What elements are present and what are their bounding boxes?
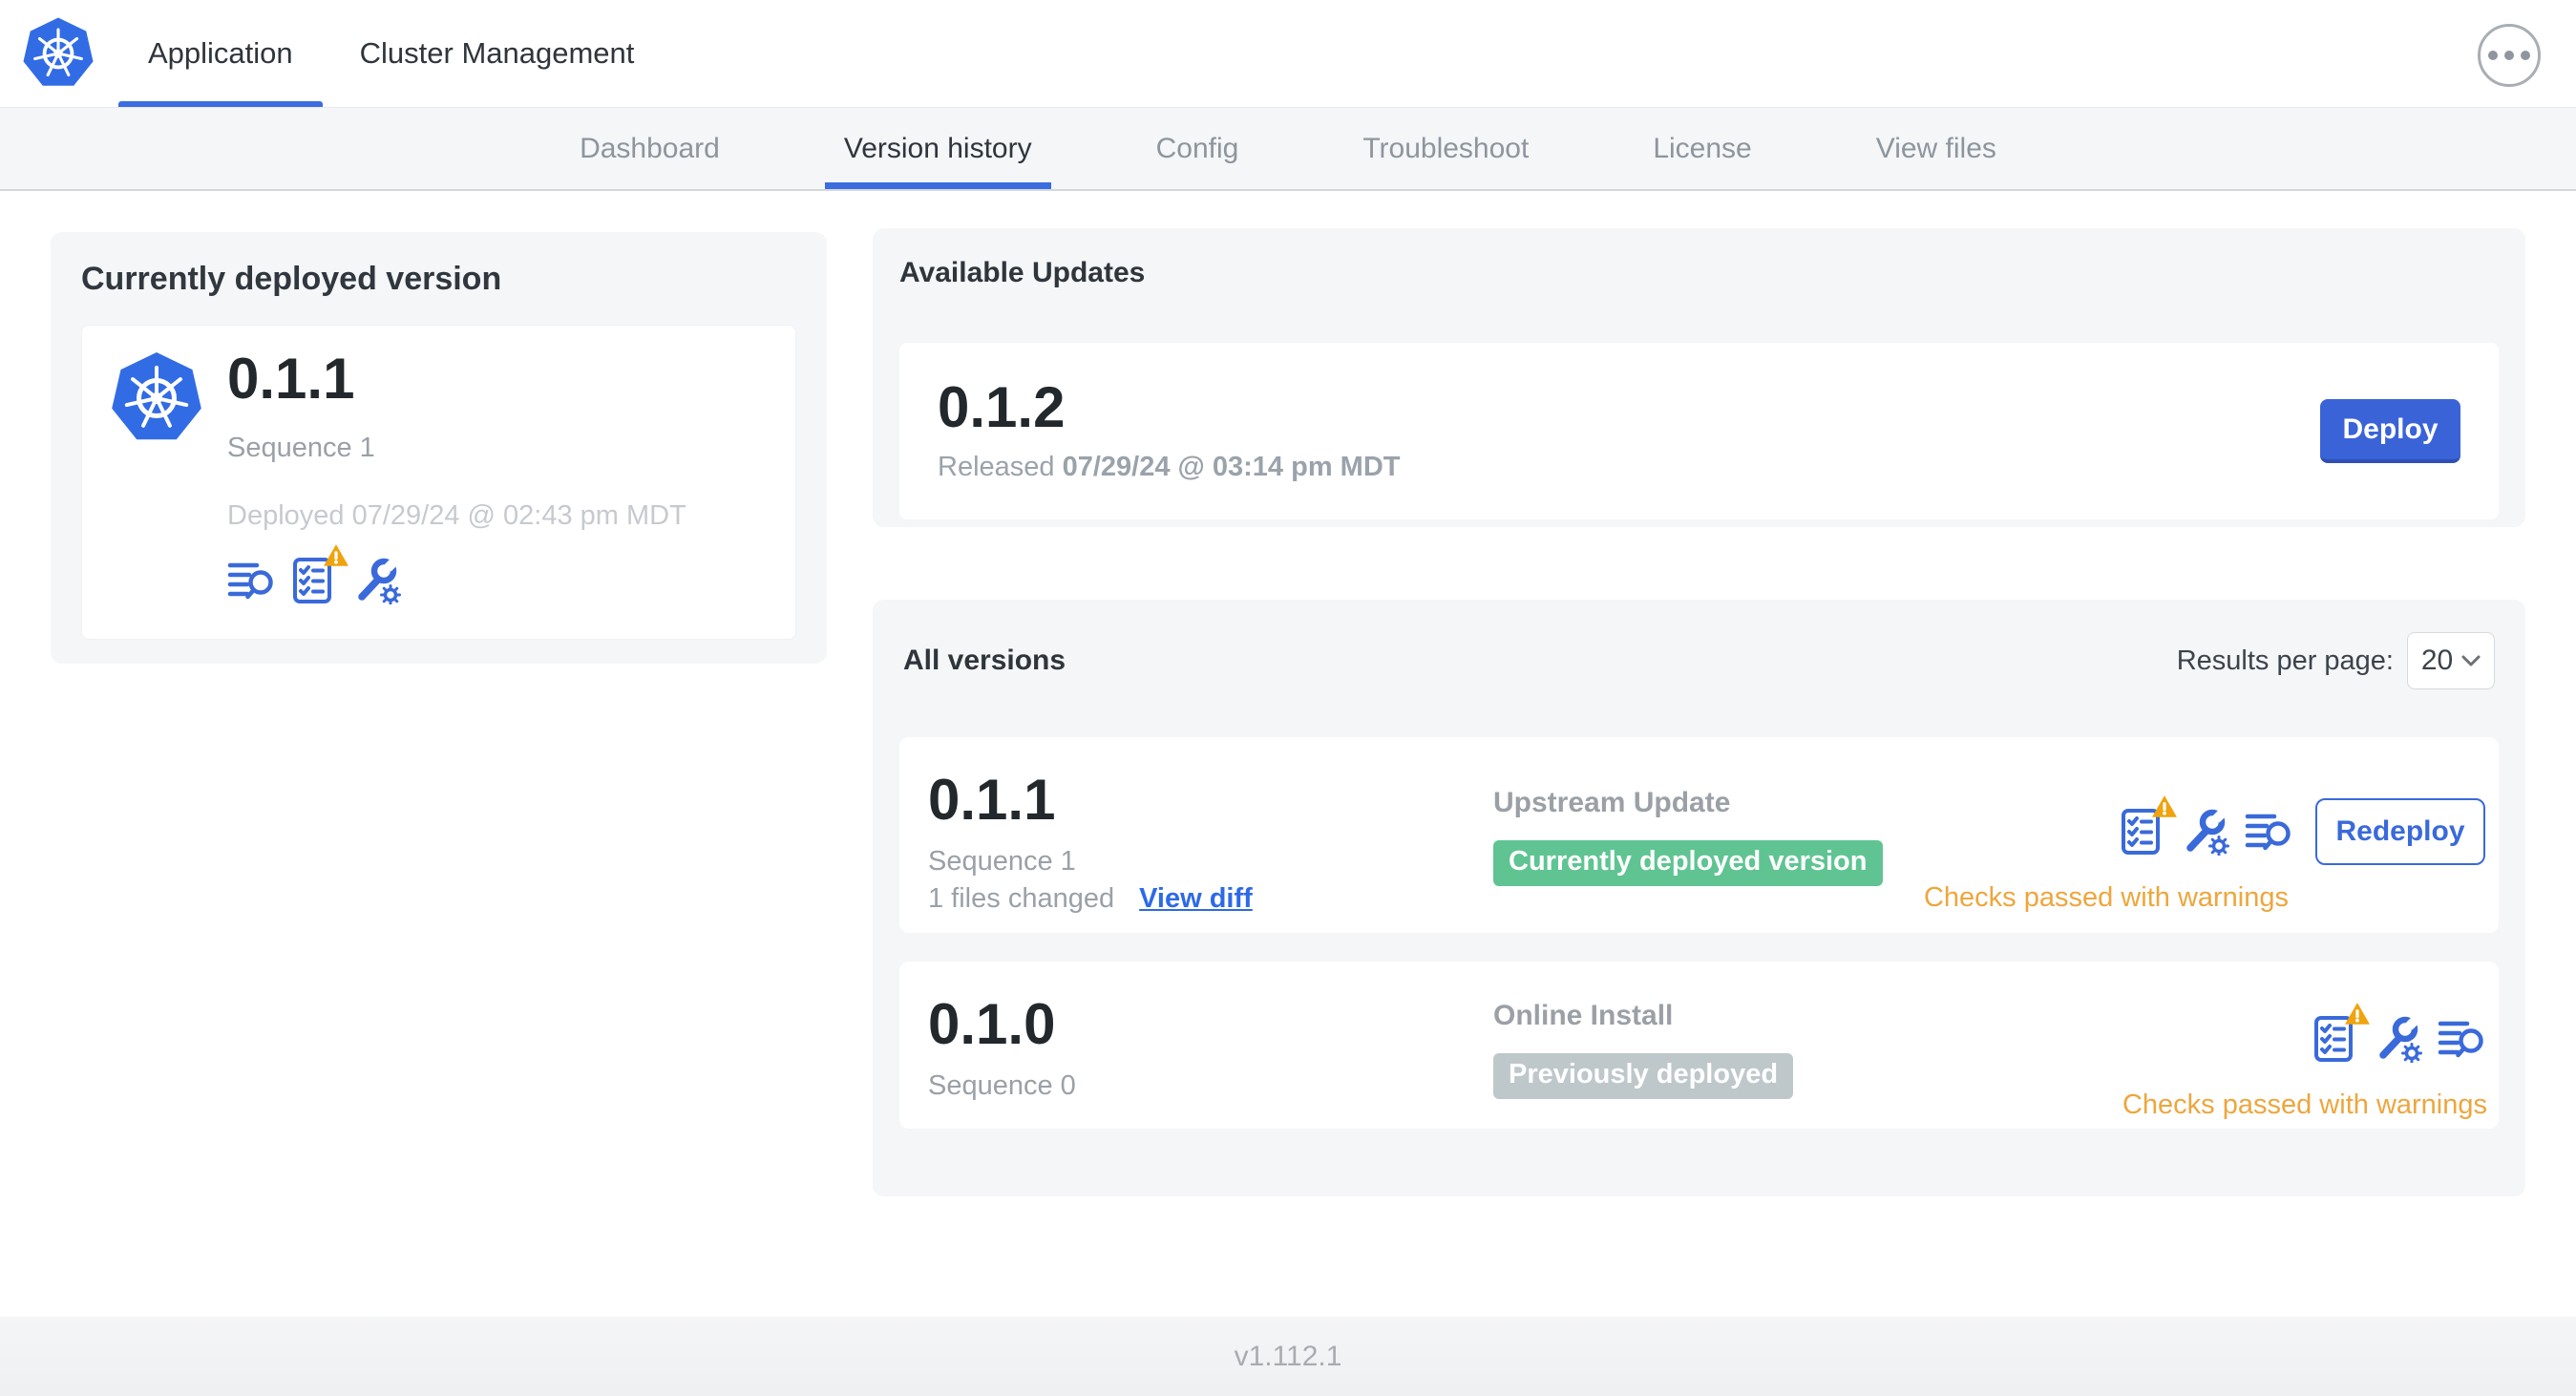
checks-status-text[interactable]: Checks passed with warnings — [1924, 882, 2289, 914]
currently-deployed-card: Currently deployed version 0.1.1 Sequenc… — [51, 232, 827, 664]
tab-application-label: Application — [148, 36, 293, 70]
tab-dashboard[interactable]: Dashboard — [560, 108, 739, 189]
update-version-number: 0.1.2 — [938, 375, 1066, 439]
deployment-status-badge: Previously deployed — [1493, 1053, 1794, 1099]
app-tabs: Application Cluster Management — [118, 0, 664, 107]
logs-icon[interactable] — [2438, 1015, 2485, 1063]
row-sequence: Sequence 0 — [928, 1070, 1076, 1101]
ellipsis-icon — [2488, 51, 2498, 60]
available-update-row: 0.1.2 Released 07/29/24 @ 03:14 pm MDT D… — [899, 343, 2499, 519]
overflow-menu-button[interactable] — [2478, 24, 2541, 87]
row-version-number: 0.1.0 — [928, 992, 1056, 1056]
tab-view-files[interactable]: View files — [1857, 108, 2016, 189]
row-sequence: Sequence 1 — [928, 846, 1076, 877]
row-version-number: 0.1.1 — [928, 768, 1056, 832]
all-versions-title: All versions — [903, 645, 1066, 676]
deploy-button[interactable]: Deploy — [2320, 399, 2460, 463]
chevron-down-icon — [2461, 655, 2481, 667]
version-row: 0.1.0 Sequence 0 Online Install Previous… — [899, 962, 2499, 1129]
tab-version-history[interactable]: Version history — [824, 108, 1051, 189]
preflight-checks-warning-icon[interactable] — [2312, 1015, 2359, 1063]
tab-config[interactable]: Config — [1137, 108, 1258, 189]
all-versions-card: All versions Results per page: 20 0.1.1 … — [873, 600, 2525, 1196]
config-icon[interactable] — [2375, 1015, 2422, 1063]
app-sub-nav: Dashboard Version history Config Trouble… — [0, 107, 2576, 191]
tab-license[interactable]: License — [1634, 108, 1770, 189]
admin-console-page: Application Cluster Management Dashboard… — [0, 0, 2576, 1396]
footer: v1.112.1 — [0, 1317, 2576, 1396]
checks-status-text[interactable]: Checks passed with warnings — [2122, 1089, 2487, 1121]
warning-triangle-icon — [323, 543, 349, 568]
version-source-label: Online Install — [1493, 1000, 1674, 1031]
update-released-timestamp: Released 07/29/24 @ 03:14 pm MDT — [938, 452, 1401, 482]
top-nav: Application Cluster Management — [0, 0, 2576, 107]
warning-triangle-icon — [2151, 794, 2178, 819]
results-per-page-select[interactable]: 20 — [2407, 632, 2495, 689]
tab-cluster-management[interactable]: Cluster Management — [330, 0, 665, 107]
version-row: 0.1.1 Sequence 1 1 files changed View dif… — [899, 737, 2499, 933]
tab-cluster-management-label: Cluster Management — [359, 36, 635, 70]
kubernetes-logo-icon — [21, 16, 95, 91]
available-updates-card: Available Updates 0.1.2 Released 07/29/2… — [873, 228, 2525, 527]
currently-deployed-version-panel: 0.1.1 Sequence 1 Deployed 07/29/24 @ 02:… — [81, 325, 796, 640]
logs-icon[interactable] — [227, 557, 275, 604]
currently-deployed-title: Currently deployed version — [81, 261, 502, 297]
config-icon[interactable] — [2182, 808, 2229, 856]
redeploy-button[interactable]: Redeploy — [2315, 798, 2485, 865]
current-version-number: 0.1.1 — [227, 347, 355, 411]
preflight-checks-warning-icon[interactable] — [2119, 808, 2166, 856]
version-source-label: Upstream Update — [1493, 787, 1731, 818]
preflight-checks-warning-icon[interactable] — [290, 557, 338, 604]
files-changed-label: 1 files changed — [928, 883, 1115, 914]
current-version-sequence: Sequence 1 — [227, 433, 375, 463]
current-version-deployed-timestamp: Deployed 07/29/24 @ 02:43 pm MDT — [227, 500, 686, 531]
available-updates-title: Available Updates — [899, 257, 1146, 288]
kubernetes-app-icon — [109, 350, 204, 446]
tab-troubleshoot[interactable]: Troubleshoot — [1343, 108, 1548, 189]
results-per-page-label: Results per page: — [2176, 645, 2394, 676]
deployment-status-badge: Currently deployed version — [1493, 840, 1883, 886]
logs-icon[interactable] — [2245, 808, 2292, 856]
tab-application[interactable]: Application — [118, 0, 323, 107]
view-diff-link[interactable]: View diff — [1139, 883, 1253, 914]
config-icon[interactable] — [353, 557, 401, 604]
console-version-label: v1.112.1 — [1234, 1340, 1342, 1372]
warning-triangle-icon — [2344, 1002, 2371, 1026]
